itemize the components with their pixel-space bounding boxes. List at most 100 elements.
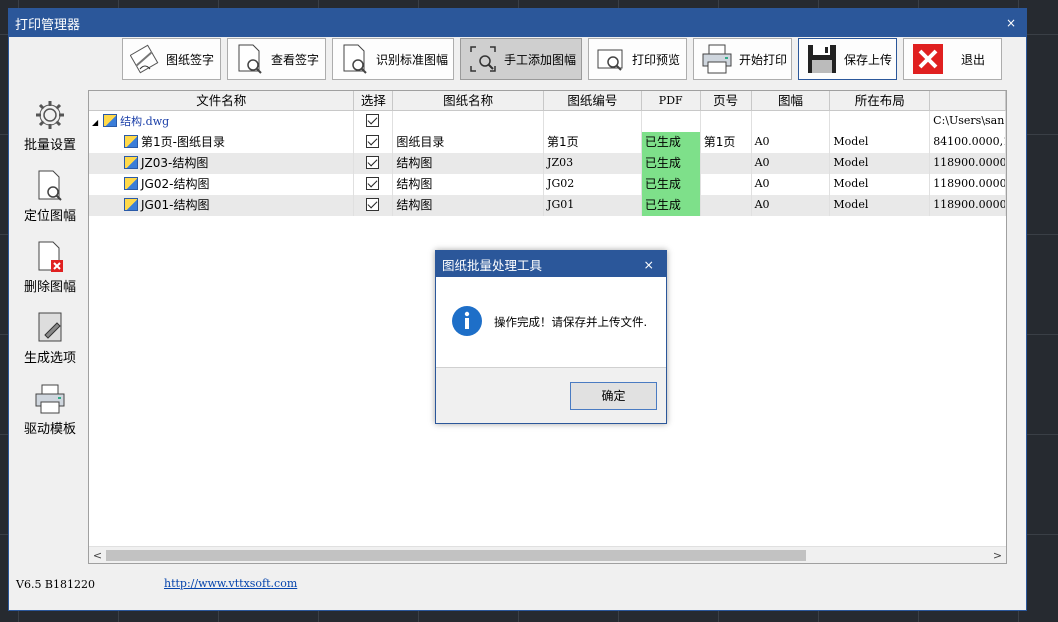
website-link[interactable]: http://www.vttxsoft.com bbox=[164, 577, 297, 590]
table-row[interactable]: JG02-结构图 结构图 JG02 已生成 A0 Model 118900.00… bbox=[89, 174, 1006, 195]
column-header[interactable]: 图幅 bbox=[752, 91, 831, 110]
pdf-status-cell: 已生成 bbox=[641, 174, 701, 195]
drawing-code-cell: 第1页 bbox=[544, 132, 642, 153]
select-cell bbox=[354, 153, 394, 174]
column-header[interactable]: 图纸编号 bbox=[544, 91, 642, 110]
print-preview-button[interactable]: 打印预览 bbox=[588, 38, 687, 80]
table-row[interactable]: JZ03-结构图 结构图 JZ03 已生成 A0 Model 118900.00… bbox=[89, 153, 1006, 174]
column-header[interactable]: PDF bbox=[642, 91, 701, 110]
close-icon[interactable]: × bbox=[1006, 16, 1016, 30]
gear-icon bbox=[32, 96, 68, 134]
search-doc-icon bbox=[340, 42, 370, 76]
save-icon bbox=[806, 42, 838, 76]
search-doc-icon bbox=[235, 42, 265, 76]
cell bbox=[701, 111, 752, 132]
dialog-title: 图纸批量处理工具 bbox=[442, 257, 543, 273]
page-cell bbox=[701, 174, 752, 195]
file-name-cell: JG02-结构图 bbox=[89, 174, 355, 195]
file-name: JG01-结构图 bbox=[141, 198, 210, 212]
drawing-icon bbox=[124, 198, 138, 211]
drawing-code-cell: JG02 bbox=[544, 174, 642, 195]
sign-icon bbox=[130, 42, 160, 76]
generate-options-button[interactable]: 生成选项 bbox=[10, 305, 90, 376]
start-print-button[interactable]: 开始打印 bbox=[693, 38, 792, 80]
drawing-title-cell: 结构图 bbox=[393, 195, 545, 216]
column-header[interactable]: 页号 bbox=[701, 91, 752, 110]
delete-frame-icon bbox=[32, 238, 68, 276]
page-cell bbox=[701, 153, 752, 174]
cell bbox=[752, 111, 831, 132]
horizontal-scrollbar[interactable]: < > bbox=[89, 546, 1006, 563]
locate-icon bbox=[32, 167, 68, 205]
extra-cell: 84100.0000,1 bbox=[930, 132, 1006, 153]
ok-button[interactable]: 确定 bbox=[570, 381, 657, 410]
frame-size-cell: A0 bbox=[752, 174, 831, 195]
file-name-cell: JG01-结构图 bbox=[89, 195, 355, 216]
printer-icon bbox=[701, 42, 733, 76]
scroll-track[interactable] bbox=[106, 547, 989, 563]
drawing-code-cell: JZ03 bbox=[544, 153, 642, 174]
sign-drawing-label: 图纸签字 bbox=[166, 52, 215, 67]
scroll-thumb[interactable] bbox=[106, 550, 806, 561]
layout-cell: Model bbox=[830, 174, 931, 195]
select-cell bbox=[354, 132, 394, 153]
batch-settings-button[interactable]: 批量设置 bbox=[10, 92, 90, 163]
page-cell bbox=[701, 195, 752, 216]
scroll-left-icon[interactable]: < bbox=[89, 549, 106, 562]
driver-template-button[interactable]: 驱动模板 bbox=[10, 376, 90, 447]
table-row[interactable]: 第1页-图纸目录 图纸目录 第1页 已生成 第1页 A0 Model 84100… bbox=[89, 132, 1006, 153]
locate-frame-button[interactable]: 定位图幅 bbox=[10, 163, 90, 234]
expand-toggle[interactable]: ◢ bbox=[92, 118, 98, 127]
select-cell bbox=[354, 174, 394, 195]
column-header[interactable]: 图纸名称 bbox=[393, 91, 545, 110]
drawing-icon bbox=[124, 177, 138, 190]
select-cell bbox=[354, 111, 394, 132]
drawing-icon bbox=[124, 135, 138, 148]
select-checkbox[interactable] bbox=[366, 114, 380, 127]
locate-frame-label: 定位图幅 bbox=[23, 209, 76, 224]
grid-header: 文件名称 选择 图纸名称 图纸编号 PDF 页号 图幅 所在布局 bbox=[89, 91, 1006, 111]
file-name-cell: ◢ 结构.dwg bbox=[89, 111, 355, 132]
view-signature-button[interactable]: 查看签字 bbox=[227, 38, 326, 80]
window-title: 打印管理器 bbox=[15, 17, 81, 33]
delete-frame-button[interactable]: 删除图幅 bbox=[10, 234, 90, 305]
view-signature-label: 查看签字 bbox=[271, 52, 320, 67]
options-icon bbox=[32, 309, 68, 347]
table-row[interactable]: JG01-结构图 结构图 JG01 已生成 A0 Model 118900.00… bbox=[89, 195, 1006, 216]
file-name: JZ03-结构图 bbox=[141, 156, 209, 170]
sign-drawing-button[interactable]: 图纸签字 bbox=[122, 38, 221, 80]
column-header[interactable]: 文件名称 bbox=[89, 91, 355, 110]
select-cell bbox=[354, 195, 394, 216]
column-header[interactable] bbox=[930, 91, 1006, 110]
recognize-frame-button[interactable]: 识别标准图幅 bbox=[332, 38, 454, 80]
scroll-right-icon[interactable]: > bbox=[989, 549, 1006, 562]
table-row[interactable]: ◢ 结构.dwg C:\Users\san bbox=[89, 111, 1006, 132]
pdf-status-cell: 已生成 bbox=[641, 132, 701, 153]
frame-size-cell: A0 bbox=[752, 153, 831, 174]
pdf-status-cell: 已生成 bbox=[641, 153, 701, 174]
path-cell: C:\Users\san bbox=[930, 111, 1006, 132]
select-checkbox[interactable] bbox=[366, 177, 380, 190]
drawing-title-cell: 结构图 bbox=[393, 174, 545, 195]
dialog-close-icon[interactable]: × bbox=[644, 257, 654, 272]
cell bbox=[642, 111, 701, 132]
file-name: JG02-结构图 bbox=[141, 177, 210, 191]
dialog-body: 操作完成！请保存并上传文件. bbox=[436, 277, 666, 368]
select-checkbox[interactable] bbox=[366, 156, 380, 169]
extra-cell: 118900.0000, bbox=[930, 195, 1006, 216]
select-checkbox[interactable] bbox=[366, 198, 380, 211]
extra-cell: 118900.0000, bbox=[930, 174, 1006, 195]
dialog-message: 操作完成！请保存并上传文件. bbox=[494, 315, 648, 329]
file-name-cell: 第1页-图纸目录 bbox=[89, 132, 355, 153]
printer-icon bbox=[32, 380, 68, 418]
column-header[interactable]: 选择 bbox=[354, 91, 394, 110]
select-checkbox[interactable] bbox=[366, 135, 380, 148]
manual-add-frame-button[interactable]: 手工添加图幅 bbox=[460, 38, 582, 80]
frame-size-cell: A0 bbox=[752, 132, 831, 153]
start-print-label: 开始打印 bbox=[739, 52, 788, 67]
save-upload-button[interactable]: 保存上传 bbox=[798, 38, 897, 80]
cell bbox=[830, 111, 931, 132]
exit-button[interactable]: 退出 bbox=[903, 38, 1002, 80]
info-icon bbox=[452, 305, 482, 339]
column-header[interactable]: 所在布局 bbox=[830, 91, 931, 110]
